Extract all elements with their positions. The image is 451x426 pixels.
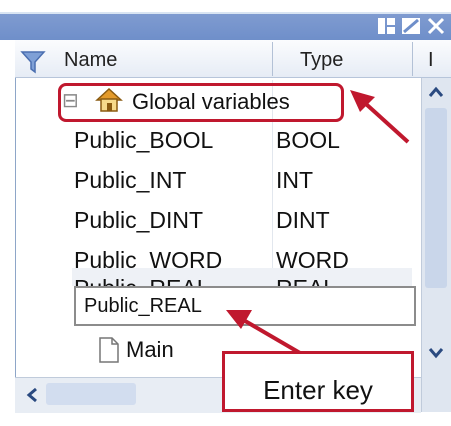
enter-key-callout: Enter key bbox=[222, 351, 414, 412]
